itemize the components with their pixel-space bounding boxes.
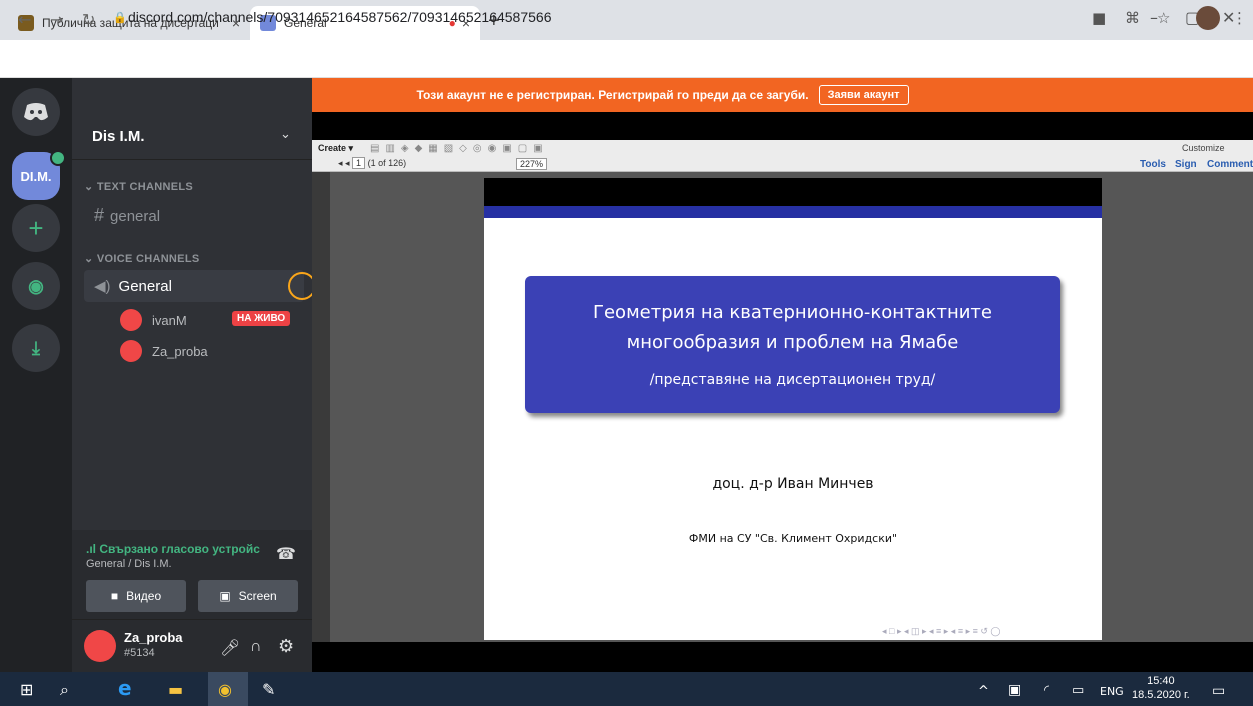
customize-button[interactable]: Customize: [1182, 143, 1225, 153]
avatar: [120, 309, 142, 331]
chrome-icon[interactable]: ◉: [218, 680, 232, 699]
claim-account-button[interactable]: Заяви акаунт: [818, 85, 909, 105]
text-channels-category[interactable]: ⌄ TEXT CHANNELS: [84, 180, 193, 193]
lock-icon[interactable]: 🔒: [113, 11, 127, 24]
file-explorer-icon[interactable]: ▬: [168, 680, 183, 699]
menu-kebab-icon[interactable]: ⋮: [1232, 9, 1247, 27]
translate-icon[interactable]: ⌘: [1125, 9, 1140, 27]
settings-gear-icon[interactable]: ⚙: [278, 636, 294, 657]
slide-title-line1: Геометрия на кватернионно-контактните: [593, 302, 992, 323]
screen-share-button[interactable]: ▣ Screen: [198, 580, 298, 612]
voice-channel-row: ◀) General: [94, 277, 172, 295]
server-name: Dis I.M.: [92, 128, 145, 145]
discord-home-icon[interactable]: [12, 88, 60, 136]
chevron-down-icon[interactable]: ⌄: [280, 126, 291, 142]
slide-header-bar: [484, 206, 1102, 218]
address-bar-row: [0, 40, 1253, 78]
guild-label: DI.M.: [20, 168, 52, 184]
page-count: (1 of 126): [367, 158, 407, 168]
username: Za_proba: [124, 630, 183, 645]
windows-start-icon[interactable]: ⊞: [20, 680, 33, 699]
speaker-icon: ◀): [94, 278, 111, 295]
tools-tab[interactable]: Tools: [1140, 159, 1166, 170]
pdf-page-nav[interactable]: ◂ ◂ 1 (1 of 126): [338, 157, 407, 169]
hash-icon: #: [94, 205, 105, 225]
user-avatar[interactable]: [84, 630, 116, 662]
camera-icon: ■: [110, 589, 119, 603]
language-indicator[interactable]: ENG: [1100, 685, 1124, 698]
user-tag: #5134: [124, 647, 155, 659]
screen-label: Screen: [238, 589, 277, 603]
forward-icon[interactable]: →: [50, 10, 63, 29]
battery-icon[interactable]: ▭: [1072, 683, 1084, 698]
video-label: Видео: [126, 589, 162, 603]
slide-title-line2: многообразия и проблем на Ямабе: [626, 332, 959, 353]
explore-compass-icon[interactable]: ◉: [12, 262, 60, 310]
camera-icon[interactable]: ■: [1092, 9, 1106, 27]
signal-icon: .ıl: [86, 542, 100, 556]
beamer-nav-icons[interactable]: ◂ □ ▸ ◂ ◫ ▸ ◂ ≡ ▸ ◂ ≡ ▸ ≡ ↺ ◯: [882, 626, 1000, 637]
comment-tab[interactable]: Comment: [1207, 159, 1253, 170]
slide-institution: ФМИ на СУ "Св. Климент Охридски": [688, 532, 898, 545]
video-button[interactable]: ■ Видео: [86, 580, 186, 612]
taskbar-clock[interactable]: 15:40 18.5.2020 г.: [1132, 674, 1190, 702]
avatar: [120, 340, 142, 362]
tray-chevron-icon[interactable]: ^: [978, 684, 989, 699]
voice-active-icon: [50, 150, 66, 166]
server-header[interactable]: Dis I.M.: [72, 112, 312, 160]
voice-channel-name: General: [118, 278, 172, 295]
channel-general-text[interactable]: # general: [94, 205, 160, 226]
user-name: ivanM: [152, 312, 187, 328]
voice-status-text: Свързано гласово устройс: [99, 542, 260, 556]
paint-icon[interactable]: ✎: [262, 680, 275, 699]
voice-location[interactable]: General / Dis I.M.: [86, 558, 172, 570]
slide-author: доц. д-р Иван Минчев: [712, 476, 874, 492]
back-icon[interactable]: ←: [18, 10, 31, 29]
notification-icon[interactable]: ▭: [1212, 683, 1225, 699]
category-label: VOICE CHANNELS: [96, 253, 200, 265]
voice-channels-category[interactable]: ⌄ VOICE CHANNELS: [84, 252, 199, 265]
add-server-icon[interactable]: +: [12, 204, 60, 252]
wifi-icon[interactable]: ◜: [1044, 683, 1049, 698]
download-icon[interactable]: ⤓: [12, 324, 60, 372]
clock-date: 18.5.2020 г.: [1132, 689, 1190, 701]
screen-icon: ▣: [219, 589, 231, 603]
bookmark-star-icon[interactable]: ☆: [1157, 9, 1170, 27]
url-field[interactable]: discord.com/channels/709314652164587562/…: [128, 9, 551, 25]
pdf-tool-icons[interactable]: ▤▥◈◆▦▧◇◎◉▣▢▣: [370, 143, 549, 154]
search-icon[interactable]: ⌕: [60, 680, 69, 700]
profile-avatar[interactable]: [1196, 6, 1220, 30]
disconnect-icon[interactable]: ☎: [276, 544, 296, 564]
pdf-sidebar[interactable]: [312, 172, 330, 642]
category-label: TEXT CHANNELS: [96, 181, 194, 193]
slide-title-box: Геометрия на кватернионно-контактните мн…: [525, 276, 1060, 413]
microphone-icon[interactable]: 🎤︎: [220, 638, 240, 658]
headphones-icon[interactable]: ∩: [250, 638, 262, 656]
tray-app-icon[interactable]: ▣: [1008, 682, 1021, 698]
voice-user-ivanm[interactable]: ivanM: [120, 309, 187, 331]
zoom-select[interactable]: 227%: [516, 158, 548, 170]
user-name: Za_proba: [152, 343, 208, 359]
live-badge: НА ЖИВО: [232, 311, 291, 326]
clock-time: 15:40: [1147, 675, 1175, 687]
edge-icon[interactable]: e: [118, 676, 132, 700]
voice-status: .ıl Свързано гласово устройс: [86, 542, 260, 556]
windows-taskbar: [0, 672, 1253, 706]
reload-icon[interactable]: ↻: [82, 10, 95, 29]
voice-user-za-proba[interactable]: Za_proba: [120, 340, 208, 362]
pdf-create-button[interactable]: Create ▾: [318, 143, 353, 154]
channel-name: general: [110, 208, 161, 225]
sign-tab[interactable]: Sign: [1175, 159, 1197, 170]
create-label: Create: [318, 143, 347, 153]
slide-subtitle: /представяне на дисертационен труд/: [649, 372, 936, 388]
page-input[interactable]: 1: [352, 157, 366, 169]
banner-text: Този акаунт не е регистриран. Регистрира…: [416, 88, 809, 102]
